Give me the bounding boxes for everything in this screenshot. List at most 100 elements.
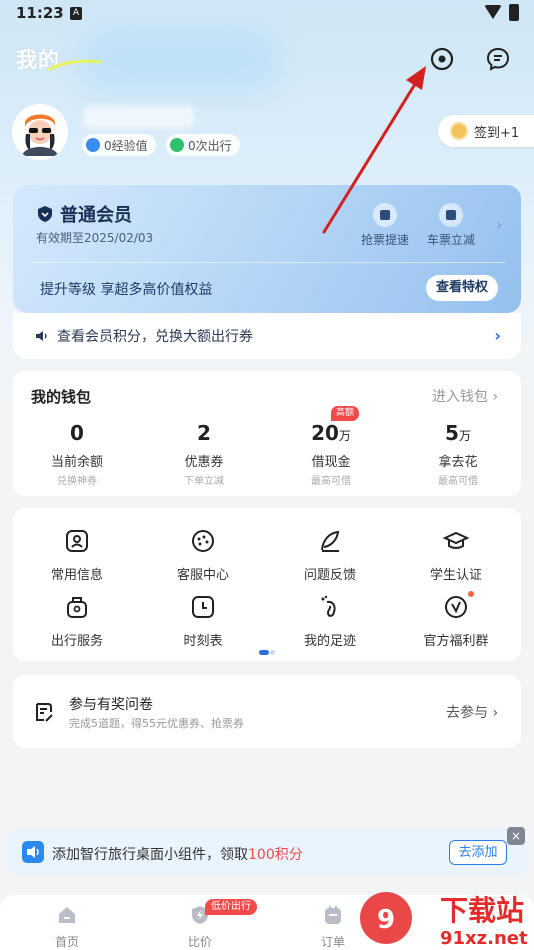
service-label: 出行服务 bbox=[50, 634, 103, 649]
points-bar[interactable]: 查看会员积分，兑换大额出行券 › bbox=[13, 313, 521, 359]
page-indicator bbox=[259, 650, 275, 655]
widget-text: 添加智行旅行桌面小组件，领取100积分 bbox=[52, 844, 303, 864]
member-expiry: 有效期至2025/02/03 bbox=[36, 231, 154, 245]
wallet-sub: 兑换神券 bbox=[57, 476, 97, 487]
watermark-logo: 9 下载站 91xz.net bbox=[360, 892, 528, 949]
wifi-icon bbox=[484, 5, 502, 19]
add-widget-button[interactable]: 去添加 bbox=[449, 840, 507, 865]
view-perks-button[interactable]: 查看特权 bbox=[426, 275, 498, 301]
nav-badge: 低价出行 bbox=[205, 899, 257, 915]
username-blurred bbox=[84, 106, 194, 128]
points-text: 查看会员积分，兑换大额出行券 bbox=[57, 329, 253, 345]
service-label: 问题反馈 bbox=[303, 568, 356, 583]
wallet-value: 5 bbox=[445, 421, 459, 445]
widget-speaker-icon bbox=[22, 841, 44, 863]
footprint-icon bbox=[321, 595, 336, 617]
member-promo: 提升等级 享超多高价值权益 bbox=[40, 282, 213, 298]
service-label: 客服中心 bbox=[176, 568, 229, 583]
chevron-right-icon: › bbox=[494, 326, 501, 345]
wallet-value: 2 bbox=[197, 421, 211, 445]
wallet-value: 20 bbox=[311, 421, 339, 445]
orders-icon bbox=[325, 906, 341, 924]
survey-subtitle: 完成5道题，得55元优惠券、抢票券 bbox=[69, 717, 244, 730]
service-footprint[interactable]: 我的足迹 bbox=[270, 594, 390, 649]
avatar-illustration-icon bbox=[12, 104, 68, 160]
trips-label: 0次出行 bbox=[188, 138, 232, 153]
speaker-icon bbox=[36, 331, 47, 341]
annotation-arrow-icon bbox=[322, 66, 426, 234]
nav-label: 比价 bbox=[187, 935, 212, 949]
title-swish-icon bbox=[48, 59, 102, 71]
nav-label: 首页 bbox=[54, 935, 79, 949]
service-label: 学生认证 bbox=[429, 568, 482, 583]
wallet-item-coupons[interactable]: 2 优惠券 下单立减 bbox=[154, 420, 254, 487]
member-level-label: 普通会员 bbox=[60, 205, 132, 226]
diamond-icon bbox=[86, 138, 100, 152]
watermark-domain: 91xz.net bbox=[440, 928, 528, 949]
wallet-label: 当前余额 bbox=[50, 455, 103, 470]
wallet-value: 0 bbox=[70, 421, 84, 445]
wallet-label: 优惠券 bbox=[184, 455, 224, 470]
widget-highlight: 100积分 bbox=[248, 847, 303, 863]
service-feedback[interactable]: 问题反馈 bbox=[270, 528, 390, 583]
svg-text:9: 9 bbox=[377, 905, 395, 935]
contact-card-icon bbox=[66, 530, 88, 552]
wallet-sub: 最高可借 bbox=[438, 476, 478, 487]
clock-icon bbox=[192, 596, 214, 618]
wallet-title: 我的钱包 bbox=[31, 388, 92, 406]
shield-icon bbox=[38, 206, 52, 222]
ticket-icon bbox=[439, 203, 463, 227]
survey-link[interactable]: 去参与 › bbox=[446, 702, 498, 722]
feedback-icon bbox=[321, 530, 340, 552]
survey-link-label: 去参与 bbox=[446, 705, 488, 721]
avatar[interactable] bbox=[12, 104, 68, 160]
service-customer-center[interactable]: 客服中心 bbox=[143, 528, 263, 583]
trips-chip[interactable]: 0次出行 bbox=[166, 134, 240, 156]
wallet-item-balance[interactable]: 0 当前余额 兑换神券 bbox=[27, 420, 127, 487]
wallet-link-label: 进入钱包 bbox=[432, 389, 488, 405]
chevron-right-icon: › bbox=[496, 215, 503, 234]
service-label: 我的足迹 bbox=[303, 634, 356, 649]
survey-title: 参与有奖问卷 bbox=[69, 697, 153, 713]
home-icon bbox=[59, 907, 75, 923]
flag-icon bbox=[170, 138, 184, 152]
close-icon[interactable]: × bbox=[507, 827, 525, 845]
service-label: 时刻表 bbox=[183, 634, 223, 649]
graduation-cap-icon bbox=[442, 531, 470, 549]
service-welfare-group[interactable]: 官方福利群 bbox=[396, 594, 516, 649]
service-student-auth[interactable]: 学生认证 bbox=[396, 528, 516, 583]
service-timetable[interactable]: 时刻表 bbox=[143, 594, 263, 649]
luggage-icon bbox=[67, 597, 87, 618]
experience-chip[interactable]: 0经验值 bbox=[82, 134, 156, 156]
checkin-button[interactable]: 签到+1 bbox=[438, 115, 534, 147]
wallet-label: 拿去花 bbox=[438, 455, 478, 470]
wallet-label: 借现金 bbox=[311, 455, 351, 470]
wallet-link[interactable]: 进入钱包 › bbox=[432, 386, 498, 406]
checkin-label: 签到+1 bbox=[474, 125, 520, 141]
watermark-brand: 下载站 bbox=[440, 894, 524, 927]
widget-text-prefix: 添加智行旅行桌面小组件，领取 bbox=[52, 847, 248, 863]
survey-icon bbox=[36, 703, 53, 722]
nav-home[interactable]: 首页 bbox=[27, 904, 107, 950]
message-icon[interactable] bbox=[483, 44, 513, 74]
wallet-unit: 万 bbox=[338, 429, 351, 443]
divider bbox=[28, 262, 506, 263]
service-label: 常用信息 bbox=[50, 568, 103, 583]
notification-icon: A bbox=[70, 7, 82, 20]
battery-icon bbox=[509, 4, 519, 21]
coin-icon bbox=[450, 122, 468, 140]
wallet-sub: 下单立减 bbox=[184, 476, 224, 487]
wallet-item-credit[interactable]: 5万 拿去花 最高可借 bbox=[408, 420, 508, 487]
welfare-group-icon bbox=[445, 596, 467, 618]
customer-service-icon bbox=[192, 530, 214, 552]
service-label: 官方福利群 bbox=[423, 634, 489, 649]
notification-dot bbox=[468, 591, 474, 597]
status-time: 11:23 bbox=[16, 4, 64, 22]
wallet-unit: 万 bbox=[458, 429, 471, 443]
hot-badge: 高额 bbox=[331, 406, 359, 421]
member-level: 普通会员 bbox=[36, 201, 132, 227]
wallet-item-cash[interactable]: 20万 借现金 最高可借 bbox=[281, 420, 381, 487]
service-travel[interactable]: 出行服务 bbox=[17, 594, 137, 649]
service-contact-info[interactable]: 常用信息 bbox=[17, 528, 137, 583]
wallet-sub: 最高可借 bbox=[311, 476, 351, 487]
